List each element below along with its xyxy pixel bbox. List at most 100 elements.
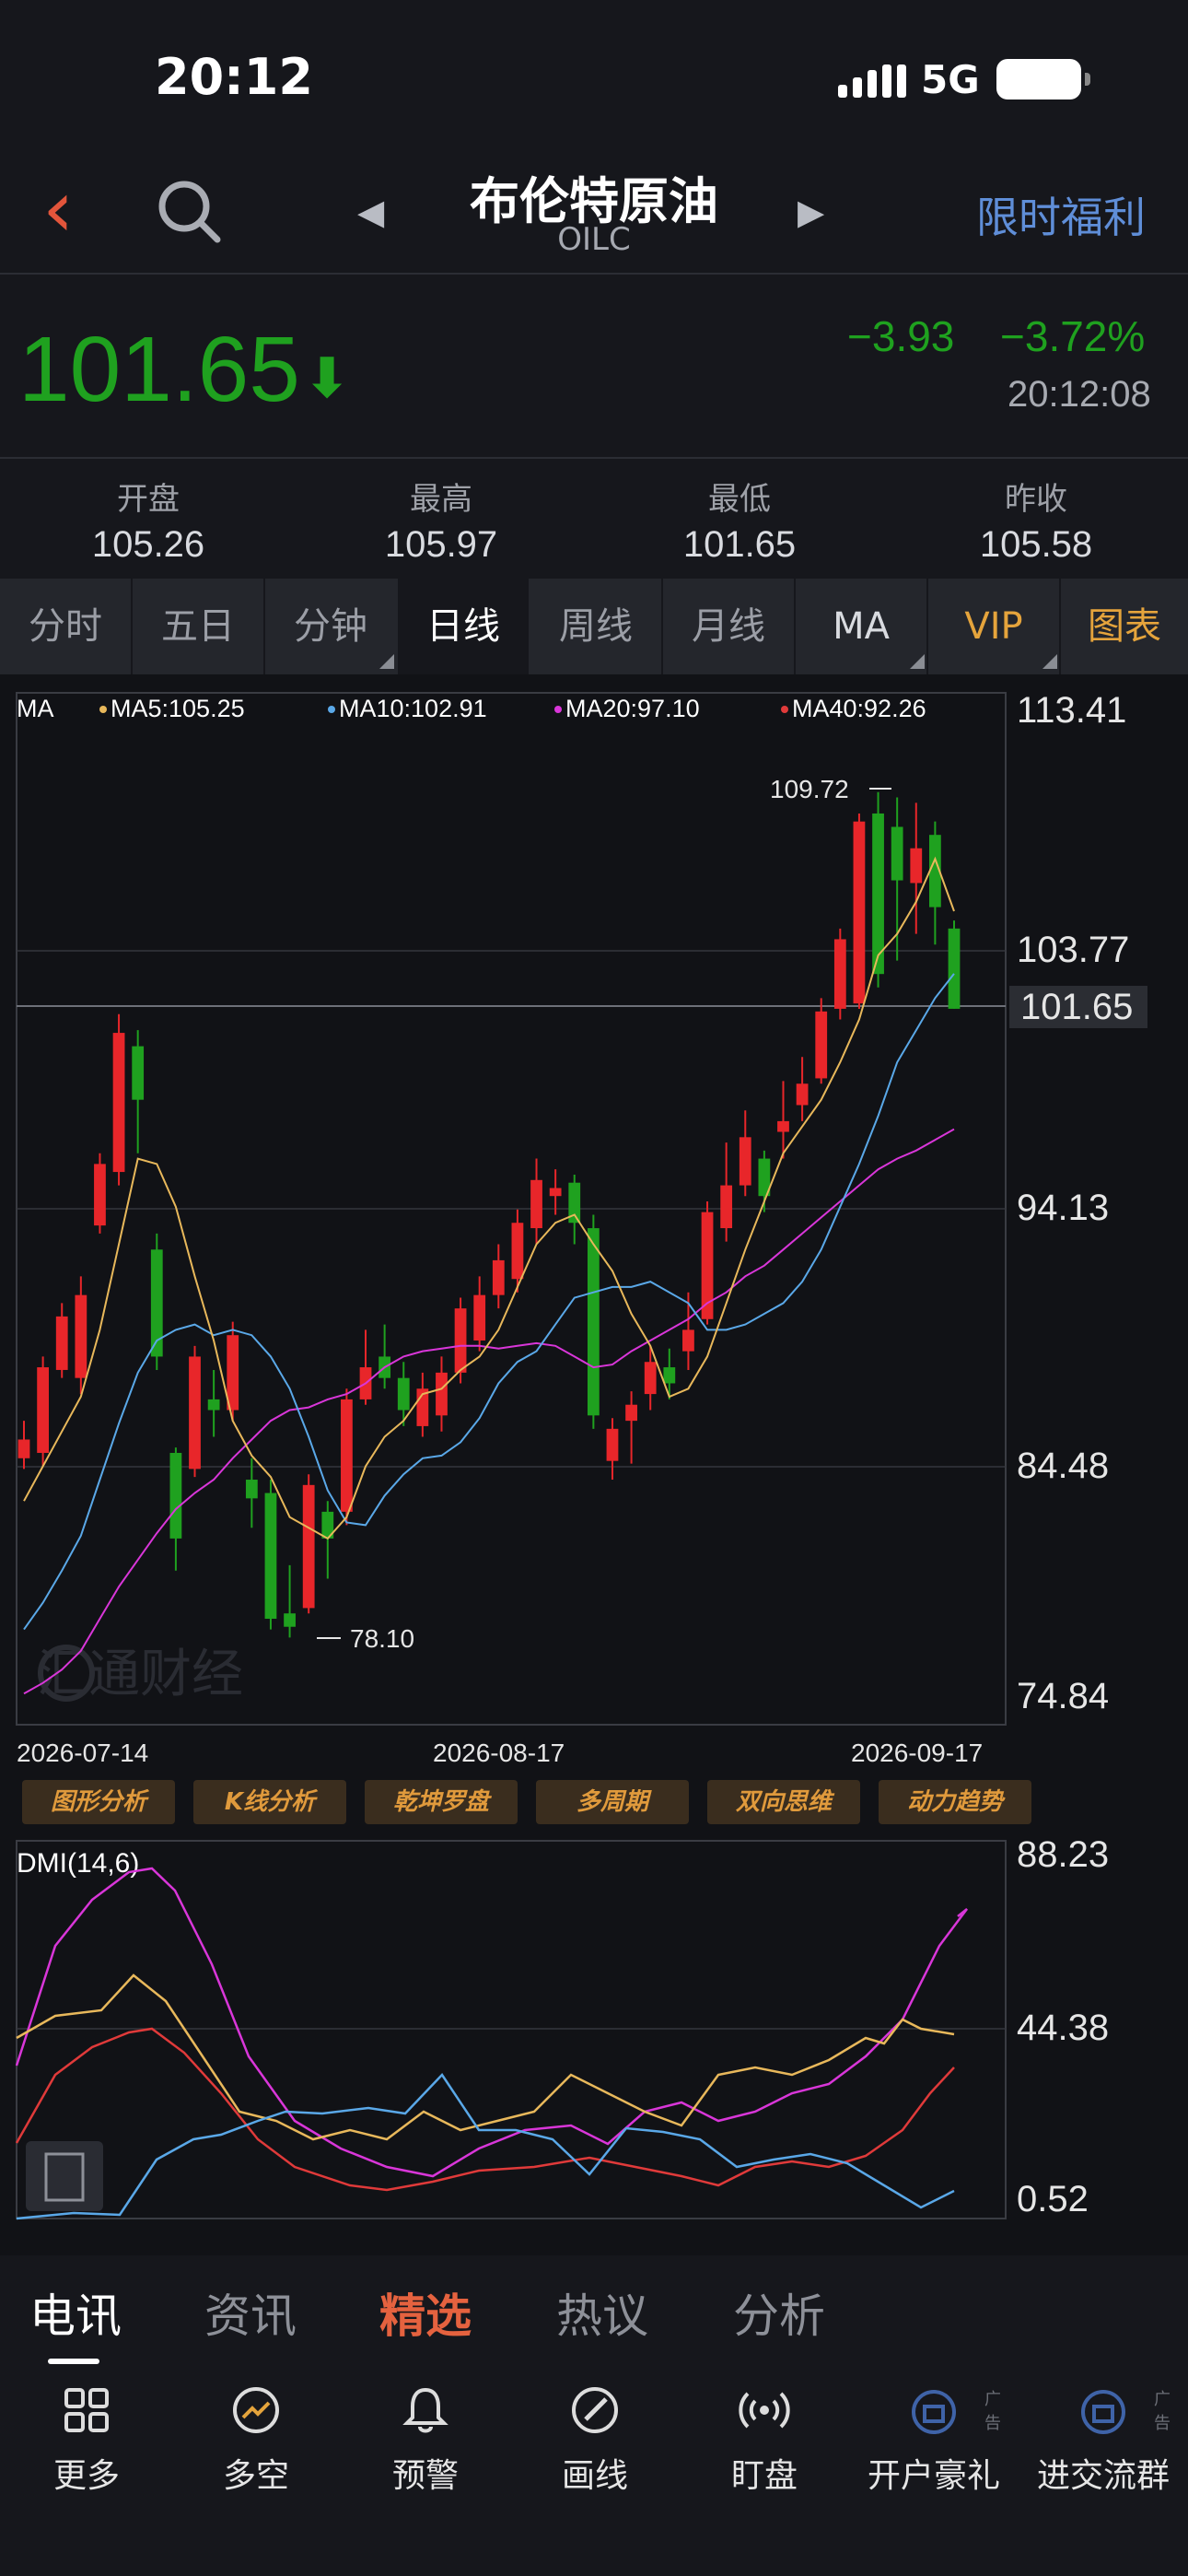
ohlc-label: 昨收 [1005,481,1067,518]
candle-body [302,1484,315,1609]
tab-intraday[interactable]: 分时 [0,579,131,674]
tab-minute[interactable]: 分钟 [265,579,396,674]
candle-body [833,939,846,1009]
back-icon[interactable]: ‹ [42,170,107,249]
nav-header: ‹ ◀ 布伦特原油 OILC ▶ 限时福利 [0,157,1188,273]
toolbar-watch[interactable]: 盯盘 [691,2384,838,2497]
tool-momentum[interactable]: 动力趋势 [879,1780,1031,1824]
ohlc-low: 最低 101.65 [591,474,888,566]
candle-body [530,1179,542,1229]
candle-body [492,1259,505,1295]
ma40-legend: MA40:92.26 [792,695,926,722]
quote-time: 20:12:08 [1007,374,1151,415]
y-tick: 84.48 [1017,1446,1109,1486]
tab-monthly[interactable]: 月线 [663,579,794,674]
chart-canvas[interactable]: 汇通财经 MA MA5:105.25 MA10:102.91 MA20:97.1… [0,674,1188,2255]
radar-icon [739,2392,790,2429]
candle-body [37,1367,50,1453]
toolbar-label: 多空 [222,2457,289,2495]
tab-daily[interactable]: 日线 [398,579,529,674]
current-price-tag: 101.65 [1020,987,1133,1027]
status-bar: 20:12 5G [0,0,1188,157]
candle-body [264,1493,277,1620]
prev-instrument-icon[interactable]: ◀ [357,192,384,232]
candle-body [663,1367,676,1384]
candle-body [17,1439,30,1458]
candle-body [55,1316,68,1370]
ohlc-open: 开盘 105.26 [0,474,297,566]
ma20-dot-icon [554,706,562,713]
candle-body [625,1404,637,1422]
candlestick-series [17,791,961,1638]
tab-label: 图表 [1088,605,1161,648]
ma20-legend: MA20:97.10 [565,695,700,722]
toolbar-join-group[interactable]: 广告 进交流群 [1030,2384,1177,2497]
toolbar-alert[interactable]: 预警 [352,2384,499,2497]
tab-label: MA [833,605,890,648]
tool-two-way[interactable]: 双向思维 [707,1780,860,1824]
toolbar-open-account[interactable]: 广告 开户豪礼 [860,2384,1007,2497]
tool-compass[interactable]: 乾坤罗盘 [365,1780,518,1824]
candle-body [815,1011,828,1079]
price-change-pct: −3.72% [1000,312,1146,360]
ad-badge: 广告 [984,2390,1001,2433]
content-tabs: 电讯 资讯 精选 热议 分析 [0,2255,1188,2366]
ohlc-label: 开盘 [117,481,180,518]
candle-body [132,1046,145,1100]
candle-body [169,1452,182,1539]
ma10-line [23,973,955,1631]
candle-body [720,1185,733,1229]
tool-label: 多周期 [536,1780,689,1824]
dmi-pdi-line [16,1973,955,2141]
search-icon[interactable] [155,177,223,245]
promo-link[interactable]: 限时福利 [976,184,1146,245]
next-instrument-icon[interactable]: ▶ [798,192,824,232]
y-tick: 94.13 [1017,1188,1109,1228]
tab-discussion[interactable]: 热议 [556,2279,648,2346]
candle-body [454,1308,467,1373]
chart-area[interactable]: 汇通财经 MA MA5:105.25 MA10:102.91 MA20:97.1… [0,674,1188,2255]
battery-icon [996,59,1090,100]
grid-icon [64,2388,109,2432]
toolbar-long-short[interactable]: 多空 [182,2384,330,2497]
dropdown-corner-icon [379,654,394,669]
tab-featured[interactable]: 精选 [379,2279,472,2346]
candle-body [75,1294,87,1378]
tab-weekly[interactable]: 周线 [530,579,661,674]
tab-news-flash[interactable]: 电讯 [29,2279,122,2346]
tab-label: 分钟 [294,605,367,648]
tab-chart-settings[interactable]: 图表 [1061,579,1188,674]
candle-body [473,1294,486,1341]
tool-label: K线分析 [193,1780,346,1824]
tab-analysis[interactable]: 分析 [733,2279,825,2346]
ma-lines [23,856,955,1695]
candle-body [853,821,866,1004]
dropdown-corner-icon [910,654,925,669]
candle-body [587,1228,600,1416]
tool-pattern-analysis[interactable]: 图形分析 [22,1780,175,1824]
tool-kline-analysis[interactable]: K线分析 [193,1780,346,1824]
toolbar-label: 进交流群 [1036,2457,1170,2495]
candle-body [777,1120,789,1132]
signal-icon [838,64,906,98]
toolbar-more[interactable]: 更多 [13,2384,160,2497]
tab-news[interactable]: 资讯 [204,2279,297,2346]
tool-multi-period[interactable]: 多周期 [536,1780,689,1824]
candle-body [436,1372,448,1416]
tab-ma[interactable]: MA [796,579,926,674]
network-type: 5G [921,57,980,102]
tab-five-day[interactable]: 五日 [133,579,263,674]
tab-label: 月线 [692,605,765,648]
last-price: 101.65 [18,318,300,421]
x-tick: 2026-07-14 [17,1739,148,1767]
y-tick: 113.41 [1017,690,1126,731]
down-arrow-icon: ⬇ [304,346,351,411]
watermark: 汇通财经 [37,1645,243,1703]
toolbar-draw-line[interactable]: 画线 [521,2384,669,2497]
trend-icon [233,2387,279,2433]
candle-body [94,1164,106,1226]
ma5-dot-icon [99,706,107,713]
candle-body [739,1137,751,1186]
tab-vip[interactable]: VIP [928,579,1059,674]
pencil-icon [572,2387,618,2433]
